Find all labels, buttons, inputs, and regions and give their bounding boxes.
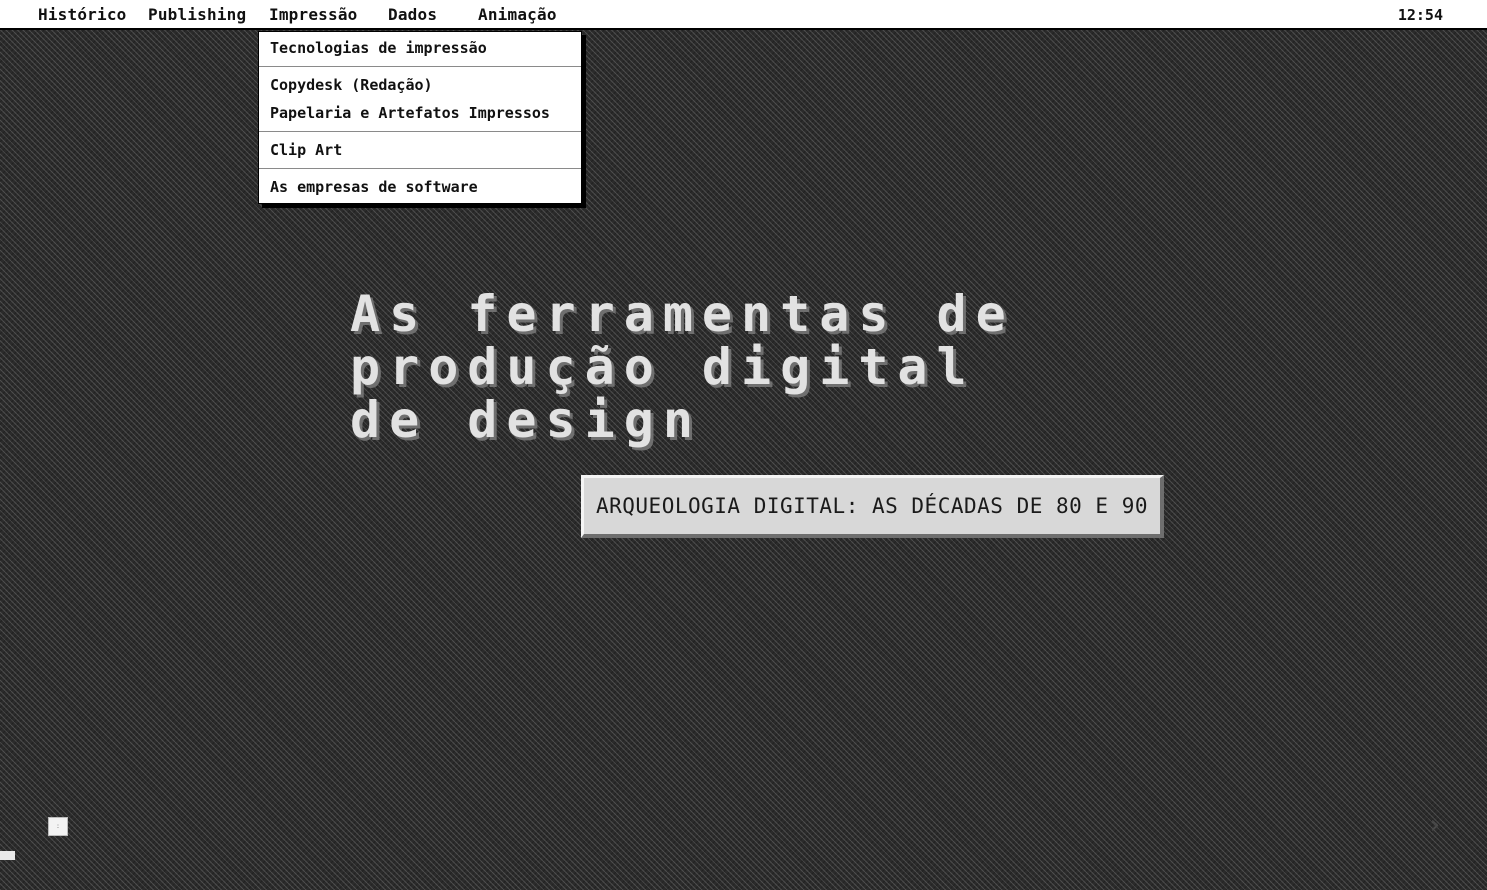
hero-title: As ferramentas de produção digital de de… (350, 288, 1110, 447)
menu-item-copydesk[interactable]: Copydesk (Redação) (259, 71, 581, 99)
menu-clock: 12:54 (1397, 6, 1443, 24)
subtitle-plaque-label: ARQUEOLOGIA DIGITAL: AS DÉCADAS DE 80 E … (595, 494, 1148, 518)
small-square-icon[interactable]: : (48, 817, 68, 836)
menu-dados[interactable]: Dados (388, 5, 437, 25)
menu-item-papelaria[interactable]: Papelaria e Artefatos Impressos (259, 99, 581, 127)
menu-item-tecnologias-de-impressao[interactable]: Tecnologias de impressão (259, 32, 581, 62)
menu-separator (259, 66, 581, 67)
menu-item-empresas-de-software[interactable]: As empresas de software (259, 173, 581, 203)
desktop-background (0, 30, 1487, 890)
hero-title-line: de design (350, 391, 702, 449)
menu-separator (259, 131, 581, 132)
menu-publishing[interactable]: Publishing (148, 5, 246, 25)
menu-bar: Histórico Publishing Impressão Dados Ani… (0, 0, 1487, 30)
menu-historico[interactable]: Histórico (38, 5, 127, 25)
menu-impressao[interactable]: Impressão (269, 5, 358, 25)
hero-title-line: As ferramentas de (350, 285, 1015, 343)
menu-animacao[interactable]: Animação (478, 5, 557, 25)
menu-item-clip-art[interactable]: Clip Art (259, 136, 581, 164)
hero-title-line: produção digital (350, 338, 976, 396)
subtitle-plaque: ARQUEOLOGIA DIGITAL: AS DÉCADAS DE 80 E … (581, 475, 1164, 538)
corner-marker (0, 851, 15, 860)
menu-separator (259, 168, 581, 169)
impressao-dropdown-menu: Tecnologias de impressão Copydesk (Redaç… (258, 31, 582, 204)
chevron-right-icon[interactable]: › (1424, 810, 1446, 840)
